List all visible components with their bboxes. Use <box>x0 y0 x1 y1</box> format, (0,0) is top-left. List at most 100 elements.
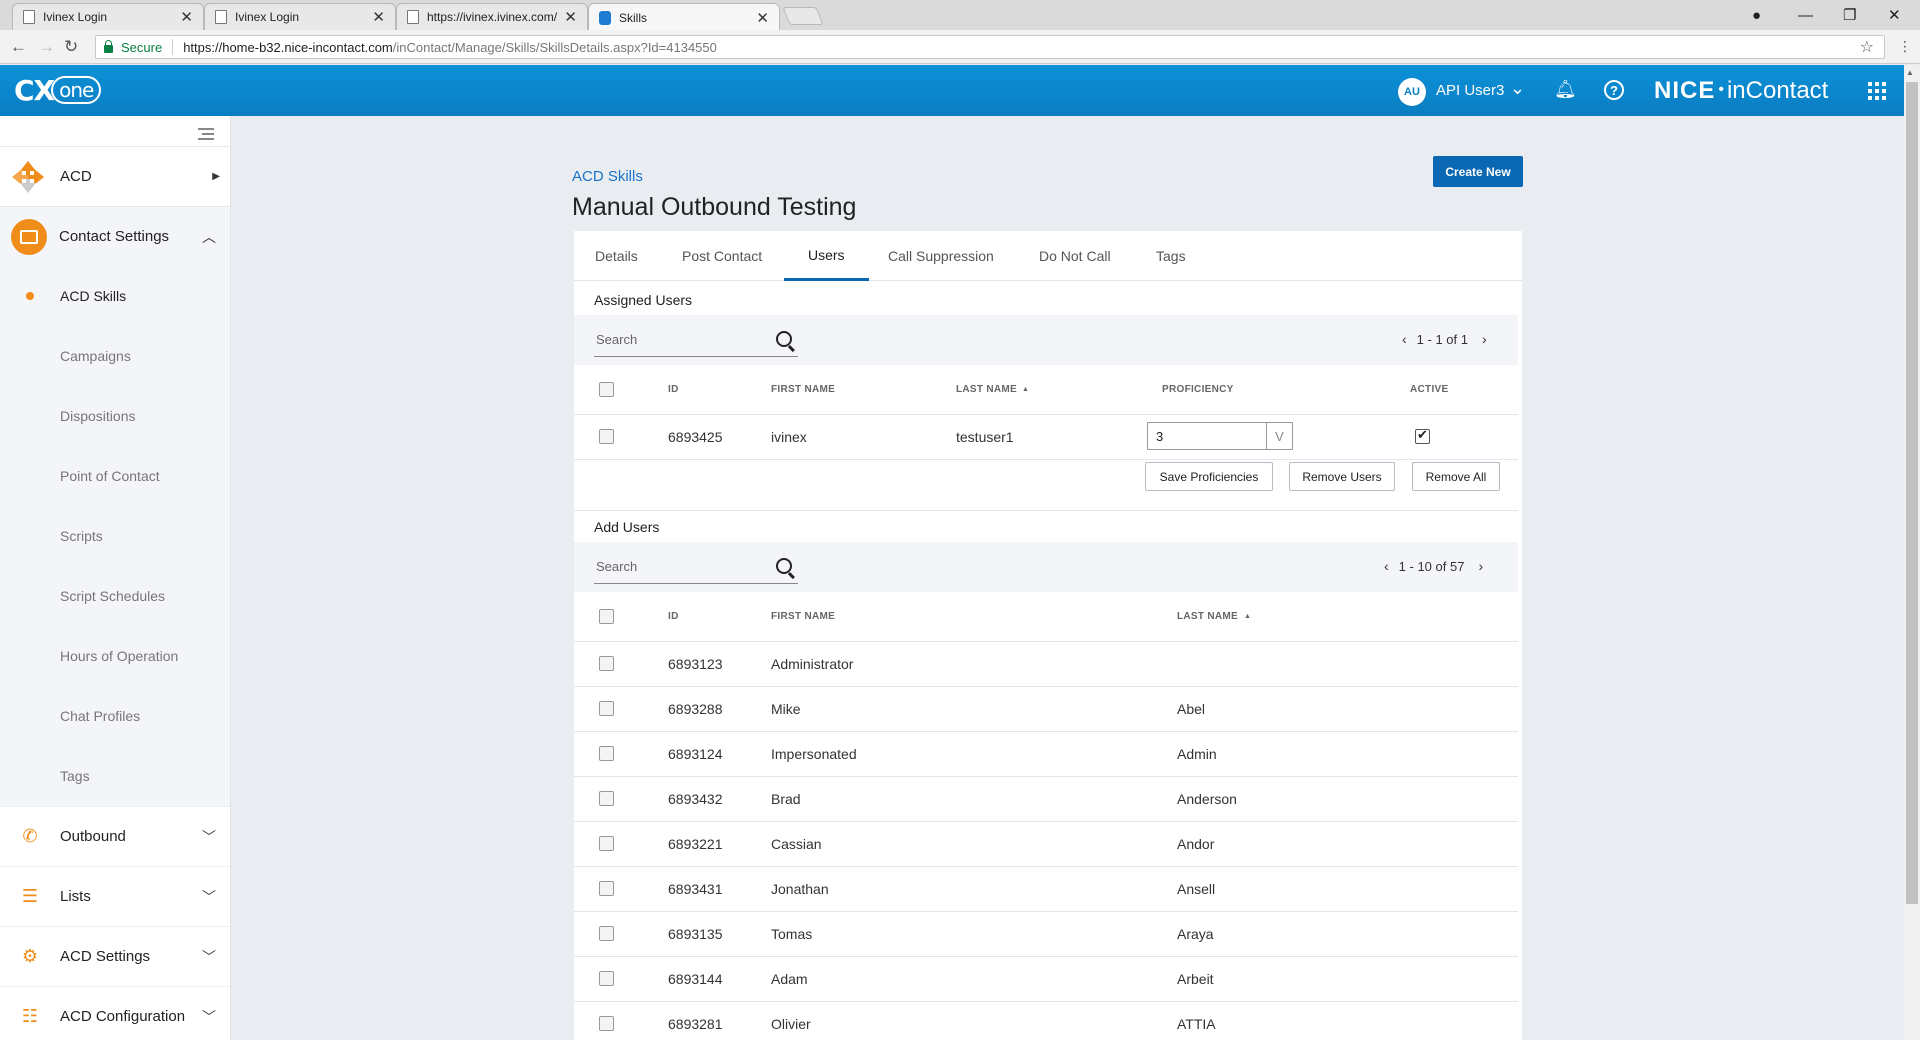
tab-details[interactable]: Details <box>595 231 638 281</box>
sort-asc-icon: ▲ <box>1022 386 1030 393</box>
forward-icon[interactable]: → <box>38 37 55 57</box>
row-checkbox[interactable] <box>599 926 614 941</box>
create-new-button[interactable]: Create New <box>1433 156 1523 187</box>
active-checkbox[interactable] <box>1415 427 1430 444</box>
close-icon[interactable]: ✕ <box>180 8 193 26</box>
col-first-name[interactable]: FIRST NAME <box>771 611 835 622</box>
reload-icon[interactable]: ↻ <box>64 37 78 57</box>
sidebar-item-label: Contact Settings <box>59 228 170 245</box>
row-checkbox[interactable] <box>599 1016 614 1031</box>
table-row: 6893135 Tomas Araya <box>574 912 1518 957</box>
minimize-icon[interactable]: — <box>1798 0 1813 30</box>
pager-text: 1 - 1 of 1 <box>1416 331 1468 347</box>
chevron-right-icon[interactable]: › <box>1482 331 1487 347</box>
proficiency-select[interactable]: 3 V <box>1147 422 1293 450</box>
col-last-name[interactable]: LAST NAME <box>1177 611 1238 622</box>
browser-tab-2[interactable]: Ivinex Login ✕ <box>204 3 396 30</box>
browser-tab-title: https://ivinex.ivinex.com/ <box>427 10 558 24</box>
sidebar-subitem-dispositions[interactable]: Dispositions <box>0 386 230 446</box>
sidebar-subitem-label: Tags <box>60 768 90 784</box>
col-last-name[interactable]: LAST NAME <box>956 384 1017 395</box>
tab-tags[interactable]: Tags <box>1156 231 1186 281</box>
select-all-checkbox[interactable] <box>599 382 614 397</box>
tab-post-contact[interactable]: Post Contact <box>682 231 762 281</box>
sidebar-subitem-campaigns[interactable]: Campaigns <box>0 326 230 386</box>
cell-first-name: Brad <box>771 791 801 807</box>
add-search-input[interactable] <box>594 550 764 582</box>
tab-call-suppression[interactable]: Call Suppression <box>888 231 994 281</box>
scrollbar-thumb[interactable] <box>1906 82 1918 904</box>
profile-icon[interactable]: ● <box>1752 0 1761 30</box>
cloud-icon <box>599 10 611 25</box>
tab-do-not-call[interactable]: Do Not Call <box>1039 231 1111 281</box>
window-close-icon[interactable]: ✕ <box>1888 0 1901 30</box>
sidebar-item-contact-settings[interactable]: Contact Settings ︿ <box>0 206 230 266</box>
restore-icon[interactable]: ❐ <box>1843 0 1856 30</box>
row-checkbox[interactable] <box>599 429 614 444</box>
row-checkbox[interactable] <box>599 881 614 896</box>
sidebar-item-acd[interactable]: ACD ▶ <box>0 146 230 206</box>
sidebar-subitem-acd-skills[interactable]: ACD Skills <box>0 266 230 326</box>
bookmark-star-icon[interactable]: ☆ <box>1860 37 1874 57</box>
sidebar-item-lists[interactable]: ☰ Lists ﹀ <box>0 866 230 926</box>
browser-tab-1[interactable]: Ivinex Login ✕ <box>12 3 204 30</box>
sidebar-item-outbound[interactable]: ✆ Outbound ﹀ <box>0 806 230 866</box>
breadcrumb[interactable]: ACD Skills <box>572 168 643 185</box>
assigned-search-input[interactable] <box>594 323 764 355</box>
sidebar-subitem-script-schedules[interactable]: Script Schedules <box>0 566 230 626</box>
chevron-left-icon[interactable]: ‹ <box>1384 558 1389 574</box>
page-icon <box>407 10 419 24</box>
browser-tab-4[interactable]: Skills ✕ <box>588 3 780 31</box>
tab-users[interactable]: Users <box>784 231 869 281</box>
bell-icon[interactable]: 🔔︎ <box>1554 79 1577 100</box>
select-all-checkbox[interactable] <box>599 609 614 624</box>
close-icon[interactable]: ✕ <box>756 9 769 27</box>
cell-last-name: Anderson <box>1177 791 1237 807</box>
app-grid-icon[interactable] <box>1868 82 1886 100</box>
help-icon[interactable]: ? <box>1604 80 1624 100</box>
row-checkbox[interactable] <box>599 746 614 761</box>
sort-asc-icon: ▲ <box>1244 613 1252 620</box>
search-icon[interactable] <box>776 331 792 347</box>
chevron-down-icon[interactable]: ⌄ <box>1510 78 1525 99</box>
row-checkbox[interactable] <box>599 971 614 986</box>
col-first-name[interactable]: FIRST NAME <box>771 384 835 395</box>
cxone-logo[interactable]: CX one <box>14 74 102 107</box>
sidebar-item-acd-configuration[interactable]: ☷ ACD Configuration ﹀ <box>0 986 230 1040</box>
sidebar-subitem-point-of-contact[interactable]: Point of Contact <box>0 446 230 506</box>
page-icon <box>23 10 35 24</box>
row-checkbox[interactable] <box>599 791 614 806</box>
remove-all-button[interactable]: Remove All <box>1412 462 1500 491</box>
browser-menu-icon[interactable]: ⋮ <box>1898 38 1912 55</box>
save-proficiencies-button[interactable]: Save Proficiencies <box>1145 462 1273 491</box>
close-icon[interactable]: ✕ <box>564 8 577 26</box>
close-icon[interactable]: ✕ <box>372 8 385 26</box>
search-icon[interactable] <box>776 558 792 574</box>
cell-id: 6893221 <box>668 836 723 852</box>
chevron-down-icon: ﹀ <box>202 948 216 965</box>
url-field[interactable]: Secure https://home-b32.nice-incontact.c… <box>95 35 1885 59</box>
cell-first-name: ivinex <box>771 429 807 445</box>
browser-tabstrip: Ivinex Login ✕ Ivinex Login ✕ https://iv… <box>0 0 1920 31</box>
menu-collapse-icon[interactable] <box>198 125 214 143</box>
sidebar-subitem-hours-of-operation[interactable]: Hours of Operation <box>0 626 230 686</box>
chevron-right-icon[interactable]: › <box>1478 558 1483 574</box>
dropdown-toggle[interactable]: V <box>1266 423 1292 449</box>
back-icon[interactable]: ← <box>10 37 27 57</box>
sidebar-subitem-chat-profiles[interactable]: Chat Profiles <box>0 686 230 746</box>
table-row: 6893124 Impersonated Admin <box>574 732 1518 777</box>
sidebar-subitem-tags[interactable]: Tags <box>0 746 230 806</box>
sidebar-subitem-scripts[interactable]: Scripts <box>0 506 230 566</box>
row-checkbox[interactable] <box>599 701 614 716</box>
new-tab-button[interactable] <box>782 7 824 25</box>
scroll-up-icon[interactable]: ▲ <box>1906 68 1914 77</box>
row-checkbox[interactable] <box>599 836 614 851</box>
chevron-left-icon[interactable]: ‹ <box>1402 331 1407 347</box>
user-name[interactable]: API User3 <box>1436 82 1504 99</box>
sidebar-item-acd-settings[interactable]: ⚙ ACD Settings ﹀ <box>0 926 230 986</box>
remove-users-button[interactable]: Remove Users <box>1289 462 1395 491</box>
browser-tab-3[interactable]: https://ivinex.ivinex.com/ ✕ <box>396 3 588 30</box>
logo-one: one <box>51 76 102 104</box>
row-checkbox[interactable] <box>599 656 614 671</box>
avatar[interactable]: AU <box>1398 78 1426 106</box>
